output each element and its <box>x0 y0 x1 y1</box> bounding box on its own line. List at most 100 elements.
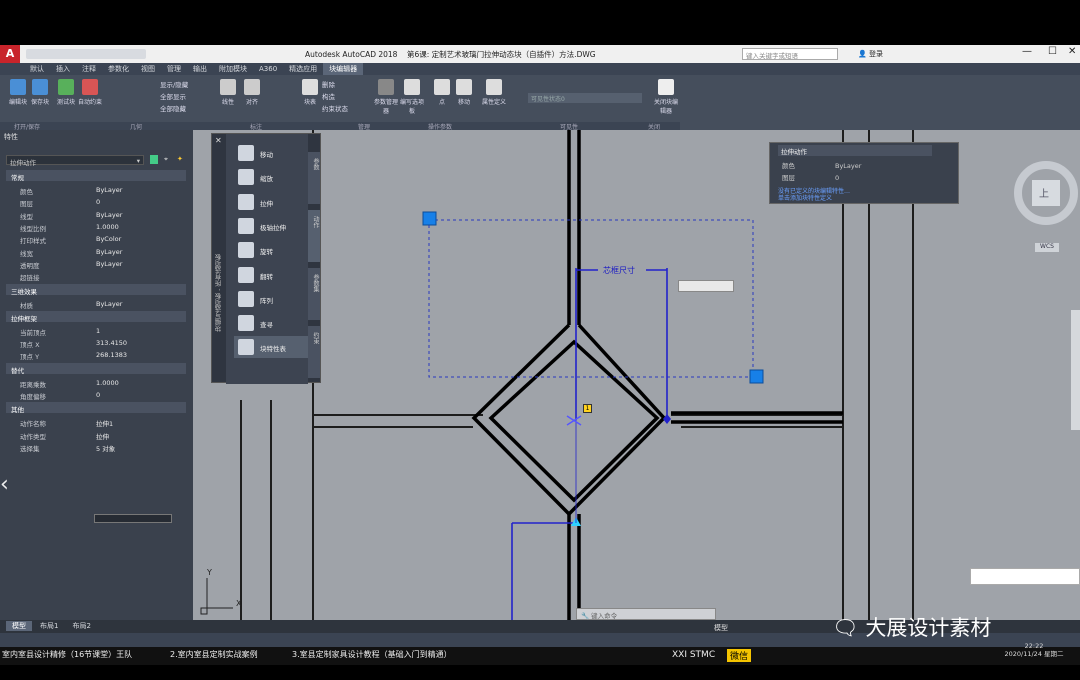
ribbon-button[interactable]: 自动约束 <box>76 79 104 106</box>
toggle-pickadd-icon[interactable]: ✦ <box>177 155 183 163</box>
login-button[interactable]: 👤 登录 <box>858 49 883 59</box>
system-tray-popup[interactable] <box>970 568 1080 585</box>
ribbon-button[interactable]: 编写选项板 <box>398 79 426 115</box>
maximize-button[interactable]: ☐ <box>1048 46 1057 57</box>
palette-item[interactable]: 移动 <box>234 142 314 164</box>
minimize-button[interactable]: — <box>1022 46 1032 57</box>
palette-item-label: 翻转 <box>260 272 273 281</box>
property-row[interactable]: 动作类型 拉伸 <box>0 429 193 441</box>
show-hide-button[interactable]: 显示/隐藏 <box>160 79 188 91</box>
palette-close-icon[interactable]: ✕ <box>215 136 222 145</box>
drawing-canvas[interactable]: 芯框尺寸 1 Y X 上 WCS ✕ 块编写选项板 - 所有选项板 移动 缩放 拉伸… <box>193 130 1080 620</box>
property-row[interactable]: 角度偏移 0 <box>0 389 193 401</box>
property-row[interactable]: 当前顶点 1 <box>0 325 193 337</box>
palette-side-tab[interactable]: 参数集 <box>308 268 320 320</box>
ribbon-tab[interactable]: 精选应用 <box>283 63 323 75</box>
properties-section[interactable]: 拉伸框架 <box>6 310 186 323</box>
ribbon-button-label: 参数管理器 <box>373 99 398 115</box>
ribbon-button[interactable]: 对齐 <box>238 79 266 106</box>
property-row[interactable]: 线型 ByLayer <box>0 209 193 221</box>
palette-item[interactable]: 翻转 <box>234 264 314 286</box>
ribbon-button[interactable]: 移动 <box>450 79 478 106</box>
palette-item[interactable]: 旋转 <box>234 239 314 261</box>
ribbon-button[interactable]: 保存块 <box>26 79 54 106</box>
wcs-label[interactable]: WCS <box>1035 243 1059 252</box>
right-arrow-nav[interactable] <box>1071 310 1080 430</box>
property-row[interactable]: 顶点 Y 268.1383 <box>0 349 193 361</box>
property-row[interactable]: 选择集 5 对象 <box>0 441 193 453</box>
construct-button[interactable]: 构造 <box>322 91 348 103</box>
ribbon-tab[interactable]: 默认 <box>24 63 50 75</box>
ribbon-tab[interactable]: 视图 <box>135 63 161 75</box>
properties-section[interactable]: 三维效果 <box>6 284 186 296</box>
search-input[interactable]: 键入关键字或短语 <box>742 48 838 60</box>
close-window-button[interactable]: ✕ <box>1068 46 1076 57</box>
property-row[interactable]: 动作名称 拉伸1 <box>0 416 193 428</box>
palette-side-tab[interactable]: 动作 <box>308 210 320 262</box>
layout-tab[interactable]: 布局2 <box>66 621 96 631</box>
palette-side-tab[interactable]: 约束 <box>308 326 320 378</box>
property-row[interactable]: 超链接 <box>0 270 193 282</box>
property-row[interactable]: 距离乘数 1.0000 <box>0 377 193 389</box>
app-logo[interactable]: A <box>0 45 20 63</box>
visibility-state-dropdown[interactable]: 可见性状态0 <box>528 93 642 103</box>
palette-item-icon <box>238 242 254 259</box>
property-row[interactable]: 打印样式 ByColor <box>0 233 193 245</box>
palette-item[interactable]: 极轴拉伸 <box>234 215 314 237</box>
ribbon-tab[interactable]: 输出 <box>187 63 213 75</box>
ribbon-tab[interactable]: 注释 <box>76 63 102 75</box>
property-row[interactable]: 透明度 ByLayer <box>0 258 193 270</box>
viewcube-compass[interactable]: 上 <box>1039 185 1049 200</box>
ribbon-tab[interactable]: 管理 <box>161 63 187 75</box>
quick-access-toolbar[interactable] <box>26 49 146 59</box>
palette-item[interactable]: 阵列 <box>234 288 314 310</box>
ribbon-button[interactable]: 参数管理器 <box>372 79 400 115</box>
property-row[interactable]: 颜色 ByLayer <box>0 184 193 196</box>
add-block-property-link[interactable]: 单击添加块特性定义 <box>778 195 850 202</box>
grip-mini-toolbar[interactable] <box>678 280 734 292</box>
ribbon-tab[interactable]: 插入 <box>50 63 76 75</box>
layout-tab[interactable]: 布局1 <box>34 621 64 631</box>
ribbon-button[interactable]: 块表 <box>296 79 324 106</box>
properties-section[interactable]: 其他 <box>6 402 186 414</box>
palette-item[interactable]: 块特性表 <box>234 336 314 359</box>
properties-section[interactable]: 替代 <box>6 362 186 375</box>
palette-item-label: 阵列 <box>260 296 273 305</box>
ribbon-button[interactable]: 关闭块编辑器 <box>652 79 680 115</box>
property-row[interactable]: 材质 ByLayer <box>0 298 193 310</box>
quick-select-icon[interactable] <box>150 155 158 164</box>
select-objects-icon[interactable]: ⌖ <box>164 155 168 164</box>
palette-item[interactable]: 查寻 <box>234 312 314 334</box>
palette-item[interactable]: 拉伸 <box>234 191 314 213</box>
float-prop-key: 颜色 <box>782 162 795 170</box>
floating-properties-select[interactable]: 拉伸动作 <box>778 145 932 156</box>
object-type-select[interactable]: 拉伸动作 ▾ <box>6 155 144 167</box>
status-model-label[interactable]: 模型 <box>714 623 728 633</box>
palette-item-icon <box>238 339 254 356</box>
properties-section[interactable]: 常规 <box>6 170 186 182</box>
show-all-button[interactable]: 全部显示 <box>160 91 188 103</box>
ribbon-button[interactable]: 属性定义 <box>480 79 508 106</box>
constraint-status-button[interactable]: 约束状态 <box>322 103 348 115</box>
hide-all-button[interactable]: 全部隐藏 <box>160 103 188 115</box>
angle-offset-input[interactable] <box>94 514 172 523</box>
property-row[interactable]: 线型比例 1.0000 <box>0 221 193 233</box>
palette-side-tab[interactable]: 参数 <box>308 152 320 204</box>
layout-tab[interactable]: 模型 <box>6 621 32 631</box>
ribbon-tab[interactable]: 块编辑器 <box>323 63 364 75</box>
command-line[interactable]: 🔧 键入命令 <box>576 608 716 620</box>
taskbar-item[interactable]: 3.室县定制家具设计教程（基础入门到精通） <box>292 649 452 660</box>
ribbon-tab[interactable]: 附加模块 <box>213 63 253 75</box>
property-row[interactable]: 线宽 ByLayer <box>0 246 193 258</box>
taskbar-item[interactable]: 2.室内室县定制实战案例 <box>170 649 258 660</box>
ribbon-tab[interactable]: 参数化 <box>102 63 135 75</box>
delete-button[interactable]: 删除 <box>322 79 348 91</box>
palette-item[interactable]: 缩放 <box>234 166 314 188</box>
property-row[interactable]: 顶点 X 313.4150 <box>0 337 193 349</box>
ribbon-tab[interactable]: A360 <box>253 63 283 75</box>
left-arrow-nav[interactable]: ‹ <box>0 472 9 497</box>
property-row[interactable]: 图层 0 <box>0 196 193 208</box>
taskbar-item[interactable]: 室内室县设计精修（16节课堂）王队 <box>2 649 132 660</box>
no-block-properties-link[interactable]: 没有已定义的块编辑特性… <box>778 188 850 195</box>
wrench-icon[interactable]: 🔧 <box>581 612 589 620</box>
